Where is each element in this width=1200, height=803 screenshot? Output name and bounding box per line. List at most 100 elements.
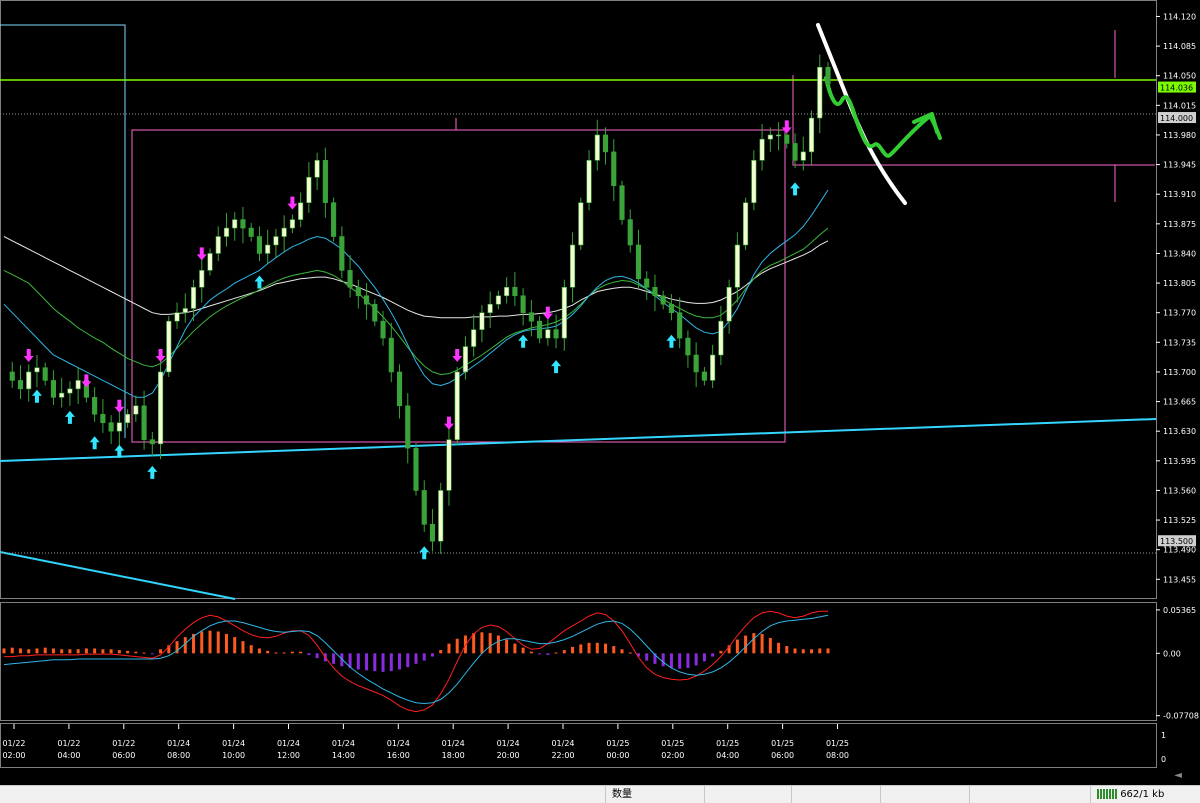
third-pane-axis: 1 0: [1161, 731, 1166, 764]
price-pane-frame: [0, 0, 1157, 599]
candle-down: [685, 337, 691, 356]
price-tick-label: 113.980: [1163, 131, 1196, 140]
candle-down: [240, 219, 246, 229]
macd-histogram-bar: [398, 653, 402, 670]
macd-histogram-bar: [381, 653, 385, 672]
macd-histogram-bar: [126, 650, 130, 654]
price-tick-label: 114.120: [1163, 12, 1196, 21]
candle-down: [619, 185, 625, 220]
candle-down: [537, 320, 543, 339]
macd-histogram-bar: [117, 650, 121, 654]
buy-arrow-icon: [551, 360, 562, 374]
macd-histogram-bar: [818, 648, 822, 654]
candle-down: [627, 219, 633, 246]
time-tick-time: 12:00: [277, 751, 300, 760]
macd-histogram-bar: [68, 649, 72, 654]
macd-histogram-bar: [134, 651, 138, 654]
buy-arrow-icon: [147, 465, 158, 479]
macd-histogram-bar: [480, 632, 484, 654]
candle-down: [792, 143, 798, 161]
macd-histogram-bar: [101, 649, 105, 654]
candle-down: [322, 160, 328, 203]
candle-up: [734, 244, 740, 288]
macd-histogram-bar: [571, 646, 575, 654]
candle-up: [133, 405, 139, 415]
time-tick-date: 01/22: [112, 739, 135, 748]
price-tick-label: 113.595: [1163, 457, 1196, 466]
macd-histogram-bar: [35, 648, 39, 654]
signal-arrows: [23, 120, 801, 560]
price-tick-label: 113.490: [1163, 546, 1196, 555]
candle-up: [438, 490, 444, 542]
candle-down: [413, 447, 419, 491]
macd-histogram-bar: [159, 649, 163, 654]
scroll-right-icon[interactable]: ◄: [1174, 770, 1182, 781]
macd-histogram-bar: [414, 653, 418, 664]
moving-averages: [3, 189, 829, 398]
macd-histogram-bar: [529, 651, 533, 654]
time-tick-date: 01/24: [497, 739, 520, 748]
connection-bars-icon: [1097, 789, 1117, 799]
macd-histogram-bar: [315, 653, 319, 659]
macd-histogram-bar: [208, 630, 212, 654]
chart-scrollbar[interactable]: ◄: [0, 769, 1200, 783]
macd-histogram-bar: [406, 653, 410, 668]
candle-up: [710, 354, 716, 381]
candle-down: [421, 490, 427, 525]
candle-down: [644, 278, 650, 288]
candle-down: [355, 287, 361, 297]
price-tick-label: 113.770: [1163, 309, 1196, 318]
time-tick-date: 01/22: [2, 739, 25, 748]
time-tick-date: 01/24: [222, 739, 245, 748]
macd-histogram-bar: [282, 652, 286, 654]
candle-up: [446, 439, 452, 491]
status-cell-empty-3: [880, 786, 975, 803]
macd-histogram-bar: [604, 643, 608, 654]
price-tick-label: 113.560: [1163, 486, 1196, 495]
macd-histogram-bar: [505, 639, 509, 654]
status-connection: 662/1 kb: [1090, 786, 1200, 803]
candle-down: [611, 151, 617, 187]
macd-histogram-bar: [554, 652, 558, 654]
candle-down: [528, 312, 534, 322]
macd-histogram-bar: [694, 653, 698, 666]
candle-up: [718, 320, 724, 356]
time-tick-date: 01/22: [57, 739, 80, 748]
macd-histogram-bar: [257, 648, 261, 654]
candle-down: [347, 270, 353, 288]
candle-down: [602, 134, 609, 153]
macd-histogram-bar: [76, 649, 80, 654]
time-tick-time: 10:00: [222, 751, 245, 760]
ma-white-line: [3, 236, 829, 319]
macd-histogram-bar: [373, 653, 377, 672]
macd-histogram-bar: [496, 635, 500, 654]
macd-histogram-bar: [661, 653, 665, 667]
price-tick-label: 113.910: [1163, 190, 1196, 199]
time-tick-date: 01/24: [167, 739, 190, 748]
macd-histogram-bar: [612, 646, 616, 654]
macd-histogram-bar: [216, 631, 220, 654]
candle-down: [256, 236, 263, 254]
time-tick-time: 20:00: [497, 751, 520, 760]
candle-up: [578, 202, 584, 246]
macd-histogram-bar: [513, 643, 517, 654]
time-tick-time: 02:00: [661, 751, 684, 760]
macd-histogram-bar: [752, 633, 756, 654]
price-tick-label: 113.665: [1163, 398, 1196, 407]
candle-down: [677, 312, 683, 339]
candle-down: [92, 397, 98, 415]
price-label-text: 113.500: [1160, 537, 1193, 546]
candle-down: [388, 337, 394, 373]
price-label-text: 114.000: [1160, 114, 1193, 123]
macd-pane-frame: [0, 602, 1157, 721]
status-cell-empty-4: [969, 786, 1096, 803]
candle-up: [767, 134, 773, 140]
candle-down: [339, 236, 345, 271]
macd-histogram-bar: [711, 653, 715, 657]
candle-up: [306, 176, 312, 203]
candle-down: [42, 367, 48, 381]
macd-histogram-bar: [266, 650, 270, 654]
candle-up: [759, 138, 765, 161]
macd-histogram-bar: [760, 633, 764, 654]
macd-histogram-bar: [60, 649, 64, 654]
